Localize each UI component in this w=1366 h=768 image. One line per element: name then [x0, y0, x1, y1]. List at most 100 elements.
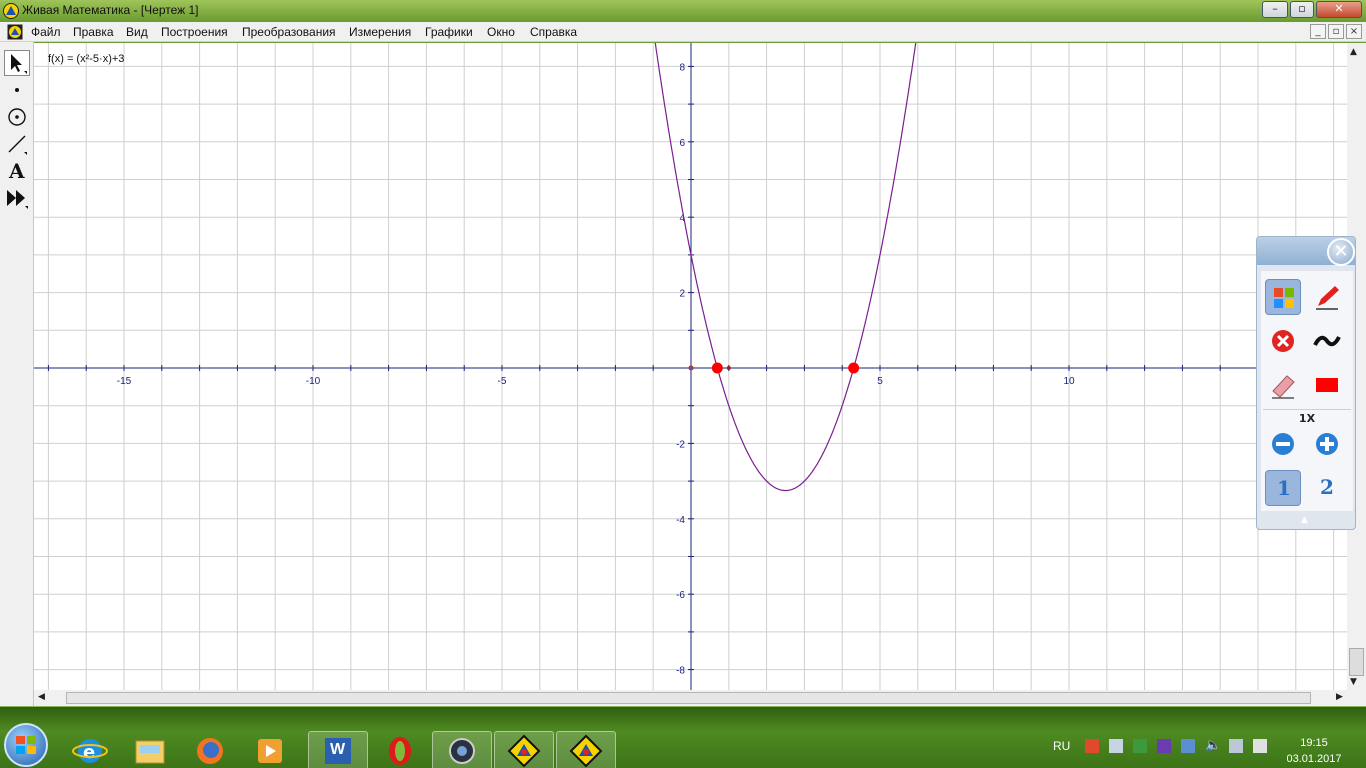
zoom-out-icon	[1272, 433, 1294, 455]
system-tray: 🔈	[1085, 737, 1275, 757]
eraser-button[interactable]	[1265, 367, 1301, 403]
word-label: W	[330, 741, 346, 758]
palette-close-button[interactable]: ✕	[1327, 238, 1355, 266]
function-curve[interactable]	[652, 43, 918, 492]
x-tick-label: 10	[1063, 376, 1075, 387]
taskbar-geometry-1[interactable]	[494, 731, 554, 768]
horizontal-scrollbar[interactable]: ◀ ▶	[34, 690, 1366, 706]
geometry-app-icon-1	[507, 734, 541, 768]
tool-palette: A	[0, 42, 34, 706]
ie-icon: e	[72, 739, 108, 763]
opera-icon	[389, 737, 411, 765]
doc-close-button[interactable]: ×	[1346, 24, 1362, 39]
scroll-left-icon[interactable]: ◀	[38, 692, 45, 702]
menu-edit[interactable]: Правка	[73, 25, 114, 39]
taskbar-cam[interactable]	[432, 731, 492, 768]
taskbar-explorer[interactable]	[120, 731, 180, 768]
arrow-tool[interactable]	[4, 50, 30, 76]
custom-tool[interactable]	[4, 185, 30, 211]
color-button[interactable]	[1309, 367, 1345, 403]
palette-divider	[1263, 409, 1351, 410]
taskbar-ie[interactable]: e	[60, 731, 120, 768]
minimize-button[interactable]: –	[1262, 1, 1288, 18]
document-icon[interactable]	[7, 24, 23, 40]
cam-icon	[449, 738, 475, 764]
horizontal-scroll-thumb[interactable]	[66, 692, 1311, 704]
eraser-icon	[1272, 375, 1295, 399]
red-color-icon	[1316, 378, 1338, 392]
menu-graph[interactable]: Графики	[425, 25, 473, 39]
doc-restore-button[interactable]: ▫	[1328, 24, 1344, 39]
taskbar-media-player[interactable]	[240, 731, 300, 768]
explorer-icon	[135, 740, 165, 764]
delete-icon	[1272, 330, 1294, 352]
zoom-out-button[interactable]	[1265, 426, 1301, 462]
tray-flag-icon[interactable]	[1181, 739, 1195, 753]
start-button[interactable]	[4, 723, 48, 767]
segment-tool[interactable]	[4, 131, 30, 157]
windows-icon	[1274, 288, 1294, 308]
tray-power-icon[interactable]	[1253, 739, 1267, 753]
menu-help[interactable]: Справка	[530, 25, 577, 39]
point-tool[interactable]	[4, 77, 30, 103]
clock[interactable]: 19:15 03.01.2017	[1282, 735, 1346, 767]
menu-bar: Файл Правка Вид Построения Преобразовани…	[0, 22, 1366, 42]
pen-icon	[1316, 286, 1339, 310]
tick-labels: -15-10-551018642-2-4-6-8	[117, 62, 1261, 676]
firefox-icon	[197, 738, 223, 764]
window-title: Живая Математика - [Чертеж 1]	[22, 3, 199, 17]
geometry-app-icon-2	[569, 734, 603, 768]
drawing-canvas[interactable]: -15-10-551018642-2-4-6-8 f(x) = (x²-5·x)…	[34, 43, 1347, 690]
page-1-button[interactable]: 1	[1265, 470, 1301, 506]
y-tick-label: -6	[676, 590, 685, 601]
tray-monitor-icon[interactable]	[1157, 739, 1171, 753]
y-tick-label: -8	[676, 666, 685, 677]
x-tick-label: -15	[117, 376, 132, 387]
taskbar-firefox[interactable]	[180, 731, 240, 768]
delete-button[interactable]	[1265, 323, 1301, 359]
maximize-button[interactable]: ▫	[1290, 1, 1314, 18]
x-tick-label: -5	[498, 376, 507, 387]
segment-tool-icon	[8, 135, 27, 155]
scroll-up-icon[interactable]: ▲	[1350, 47, 1357, 57]
tray-shield-icon[interactable]	[1133, 739, 1147, 753]
menu-view[interactable]: Вид	[126, 25, 148, 39]
custom-tool-icon	[7, 190, 28, 209]
menu-measure[interactable]: Измерения	[349, 25, 411, 39]
y-tick-label: 8	[679, 62, 685, 73]
pen-button[interactable]	[1309, 279, 1345, 315]
palette-collapse-icon[interactable]: ▲	[1301, 515, 1308, 525]
scroll-down-icon[interactable]: ▼	[1350, 677, 1357, 687]
app-logo-icon	[3, 3, 19, 19]
windows-button[interactable]	[1265, 279, 1301, 315]
compass-tool-icon	[8, 108, 26, 126]
zoom-in-button[interactable]	[1309, 426, 1345, 462]
menu-transform[interactable]: Преобразования	[242, 25, 336, 39]
menu-construct[interactable]: Построения	[161, 25, 228, 39]
tray-volume-icon[interactable]: 🔈	[1205, 738, 1221, 753]
taskbar-word[interactable]: W	[308, 731, 368, 768]
text-tool[interactable]: A	[4, 158, 30, 184]
menu-window[interactable]: Окно	[487, 25, 515, 39]
vertical-scroll-thumb[interactable]	[1349, 648, 1364, 676]
page-1-icon: 1	[1277, 476, 1291, 500]
page-2-button[interactable]: 2	[1309, 470, 1345, 506]
scroll-right-icon[interactable]: ▶	[1336, 692, 1343, 702]
language-indicator[interactable]: RU	[1053, 739, 1070, 753]
y-tick-label: 2	[679, 289, 685, 300]
close-button[interactable]: ✕	[1316, 1, 1362, 18]
taskbar-opera[interactable]	[370, 731, 430, 768]
clock-time: 19:15	[1300, 737, 1328, 749]
tray-network-icon[interactable]	[1109, 739, 1123, 753]
y-tick-label: -2	[676, 439, 685, 450]
compass-tool[interactable]	[4, 104, 30, 130]
doc-minimize-button[interactable]: _	[1310, 24, 1326, 39]
function-label[interactable]: f(x) = (x²-5·x)+3	[48, 53, 124, 65]
taskbar-geometry-2[interactable]	[556, 731, 616, 768]
tray-app-icon[interactable]	[1085, 739, 1099, 753]
curve-button[interactable]	[1309, 323, 1345, 359]
tray-display-icon[interactable]	[1229, 739, 1243, 753]
menu-file[interactable]: Файл	[31, 25, 61, 39]
graph-plot[interactable]: -15-10-551018642-2-4-6-8	[34, 43, 1347, 690]
x-tick-label: -10	[306, 376, 321, 387]
